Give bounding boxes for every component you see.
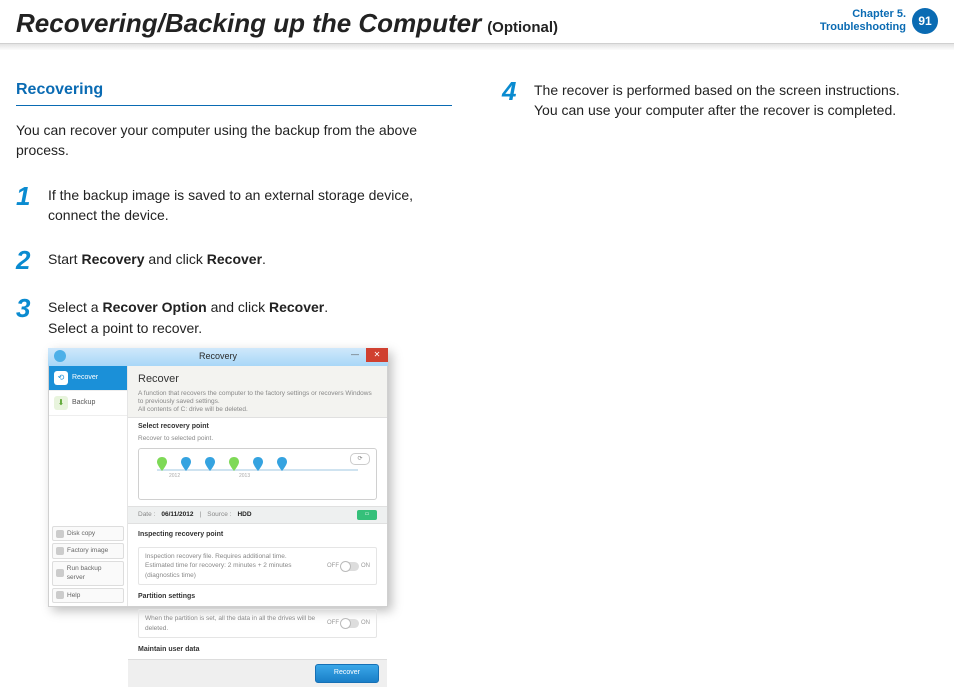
intro-text: You can recover your computer using the …: [16, 120, 452, 161]
sidebar-item-help[interactable]: Help: [52, 588, 124, 603]
sidebar-item-label: Backup: [72, 398, 95, 408]
minimize-button[interactable]: —: [344, 348, 366, 362]
factory-icon: [56, 547, 64, 555]
partition-option-row: When the partition is set, all the data …: [138, 609, 377, 638]
sidebar-item-backupserver[interactable]: Run backup server: [52, 561, 124, 586]
recover-icon: ⟲: [54, 371, 68, 385]
sidebar-item-label: Factory image: [67, 546, 108, 555]
page-title: Recovering/Backing up the Computer: [16, 8, 481, 39]
server-icon: [56, 569, 64, 577]
step-text: Select a Recover Option and click Recove…: [48, 295, 452, 338]
close-button[interactable]: ✕: [366, 348, 388, 362]
app-logo-icon: [54, 350, 66, 362]
panel-desc: A function that recovers the computer to…: [138, 390, 377, 413]
step-text: The recover is performed based on the sc…: [534, 78, 938, 121]
inspect-toggle[interactable]: [341, 562, 359, 571]
window-title: Recovery: [199, 350, 237, 363]
inspect-option-row: Inspection recovery file. Requires addit…: [138, 547, 377, 585]
step-number: 3: [16, 295, 36, 338]
chapter-block: Chapter 5. Troubleshooting 91: [820, 8, 938, 34]
sidebar-item-label: Disk copy: [67, 529, 95, 538]
sidebar: ⟲ Recover ⬇ Backup Disk copy Factory ima…: [49, 366, 128, 606]
sidebar-item-recover[interactable]: ⟲ Recover: [49, 366, 127, 391]
page-number-badge: 91: [912, 8, 938, 34]
step-3: 3 Select a Recover Option and click Reco…: [16, 295, 452, 338]
section-title-select-point: Select recovery point: [138, 422, 377, 432]
step-4: 4 The recover is performed based on the …: [502, 78, 938, 121]
section-title-partition: Partition settings: [138, 592, 377, 602]
section-title-inspect: Inspecting recovery point: [138, 530, 377, 540]
step-number: 2: [16, 247, 36, 273]
window-titlebar: Recovery — ✕: [48, 348, 388, 366]
recover-button[interactable]: Recover: [315, 664, 379, 682]
help-icon: [56, 591, 64, 599]
section-heading-recovering: Recovering: [16, 78, 452, 106]
step-number: 1: [16, 183, 36, 226]
panel-heading: Recover: [138, 372, 377, 388]
sidebar-item-label: Run backup server: [67, 564, 120, 583]
sidebar-item-backup[interactable]: ⬇ Backup: [49, 391, 127, 416]
chapter-line: Troubleshooting: [820, 21, 906, 34]
step-1: 1 If the backup image is saved to an ext…: [16, 183, 452, 226]
step-number: 4: [502, 78, 522, 121]
page-title-suffix: (Optional): [487, 19, 558, 36]
sidebar-item-diskcopy[interactable]: Disk copy: [52, 526, 124, 541]
sidebar-item-factory[interactable]: Factory image: [52, 543, 124, 558]
recovery-meta-row: Date : 06/11/2012 | Source : HDD ▭: [128, 506, 387, 524]
sidebar-item-label: Recover: [72, 373, 98, 383]
disk-icon: [56, 530, 64, 538]
timeline-tick: 2013: [239, 473, 250, 480]
section-subtitle: Recover to selected point.: [138, 434, 377, 443]
header-divider: [0, 43, 954, 50]
hdd-badge-icon: ▭: [357, 510, 377, 520]
recovery-timeline[interactable]: ⟳ 2012 2013: [138, 448, 377, 500]
timeline-tick: 2012: [169, 473, 180, 480]
backup-icon: ⬇: [54, 396, 68, 410]
step-text: If the backup image is saved to an exter…: [48, 183, 452, 226]
sidebar-item-label: Help: [67, 591, 80, 600]
step-text: Start Recovery and click Recover.: [48, 247, 452, 273]
chapter-line: Chapter 5.: [820, 8, 906, 21]
partition-toggle[interactable]: [341, 619, 359, 628]
refresh-button[interactable]: ⟳: [350, 453, 370, 465]
recovery-app-screenshot: Recovery — ✕ ⟲ Recover ⬇ Backup: [48, 348, 388, 607]
section-title-maintain: Maintain user data: [138, 645, 377, 655]
step-2: 2 Start Recovery and click Recover.: [16, 247, 452, 273]
